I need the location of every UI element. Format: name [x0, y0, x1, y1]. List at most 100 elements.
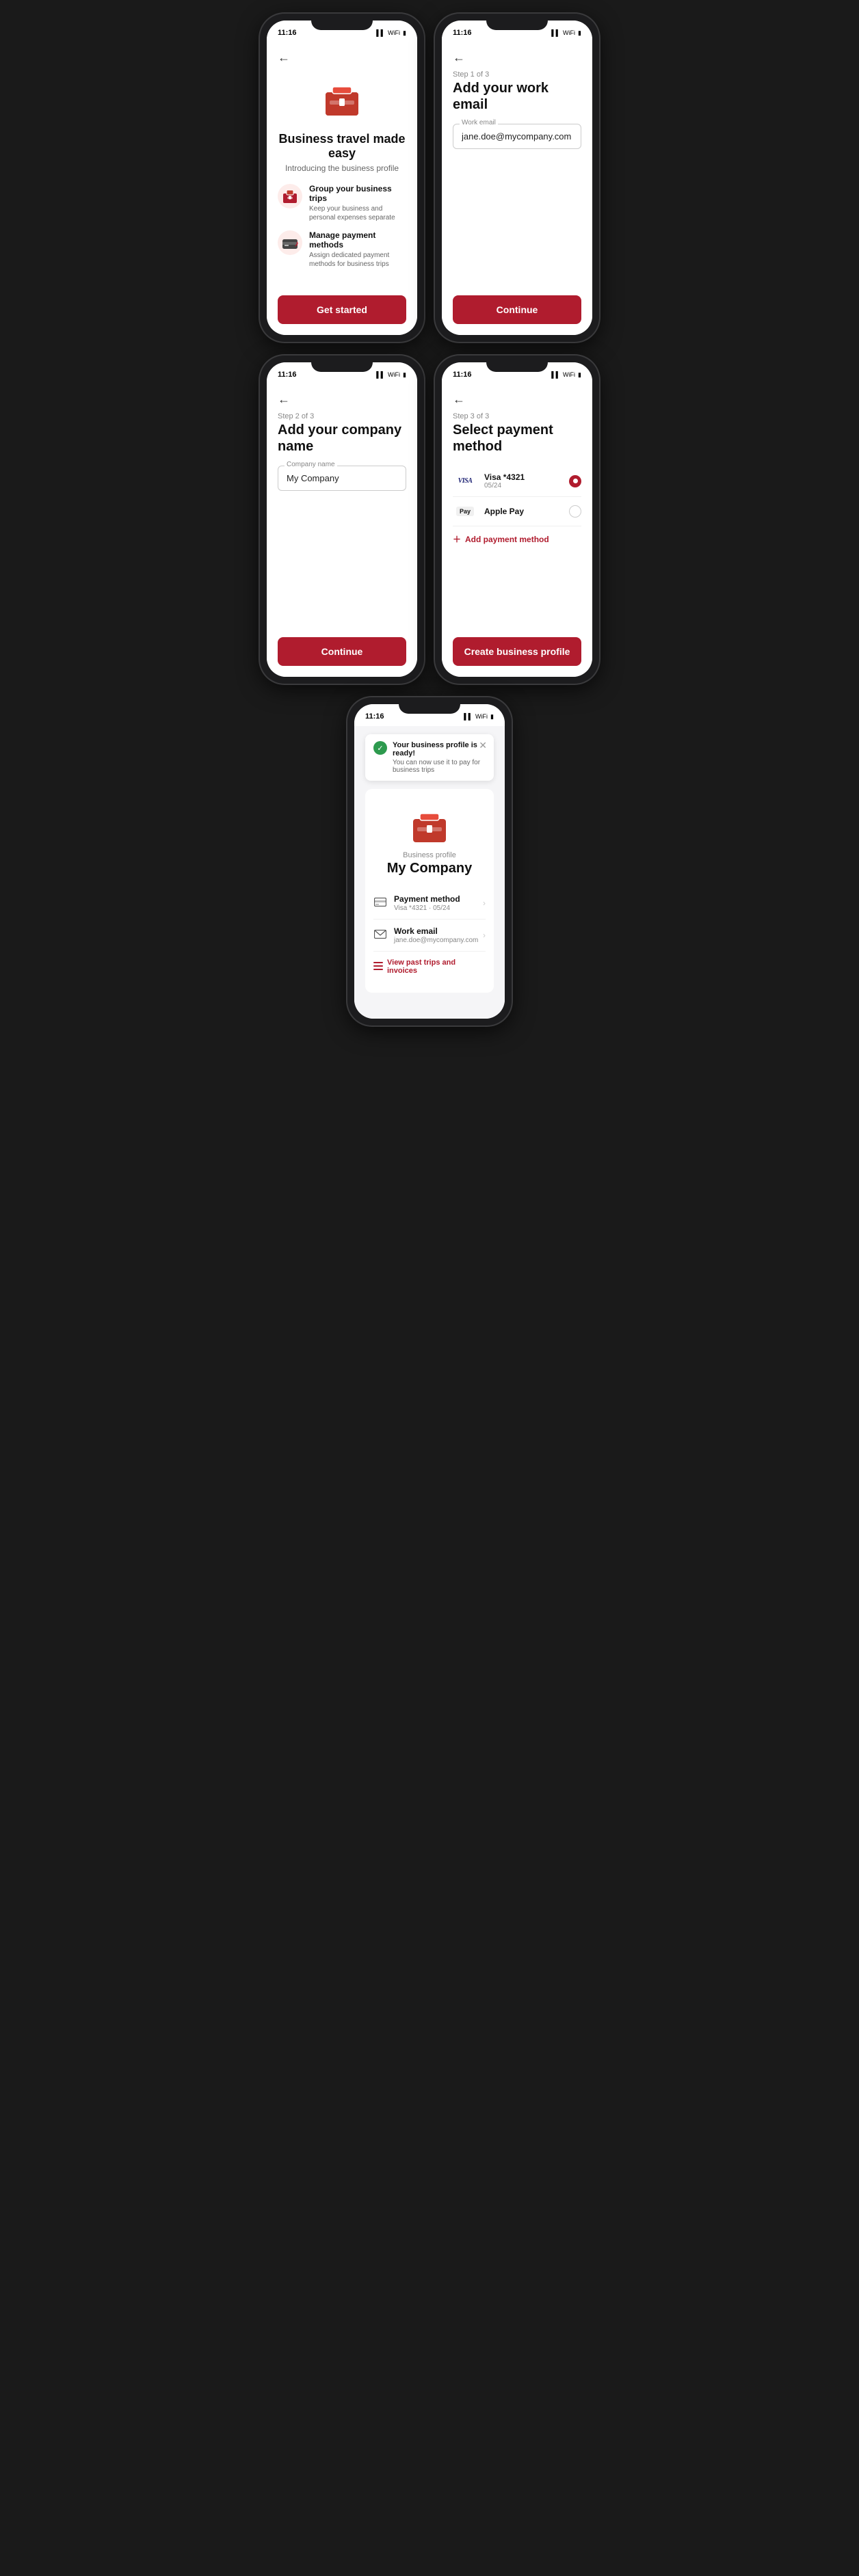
profile-name: My Company	[373, 861, 486, 876]
payment-row-desc: Visa *4321 · 05/24	[394, 904, 460, 912]
continue-button-2[interactable]: Continue	[453, 295, 581, 324]
phone-screen1: 11:16 ▌▌ WiFi ▮ ←	[260, 14, 424, 342]
battery-icon-5: ▮	[490, 713, 494, 721]
email-row-desc: jane.doe@mycompany.com	[394, 937, 478, 944]
success-toast: ✓ Your business profile is ready! You ca…	[365, 734, 494, 781]
signal-icon-5: ▌▌	[464, 713, 473, 720]
email-input[interactable]	[453, 124, 581, 149]
screen-title-2: Add your work email	[453, 80, 581, 113]
wifi-icon-5: WiFi	[475, 713, 488, 720]
feature-2-title: Manage payment methods	[309, 230, 406, 250]
toast-close-button[interactable]: ✕	[479, 740, 487, 751]
back-button-2[interactable]: ←	[453, 51, 469, 65]
feature-1-title: Group your business trips	[309, 184, 406, 203]
email-row[interactable]: Work email jane.doe@mycompany.com ›	[373, 920, 486, 952]
profile-briefcase	[373, 808, 486, 846]
notch	[311, 14, 373, 30]
notch-2	[486, 14, 548, 30]
back-button-4[interactable]: ←	[453, 392, 469, 407]
visa-radio-selected[interactable]	[569, 475, 581, 487]
notch-3	[311, 355, 373, 372]
company-input-group: Company name	[278, 466, 406, 491]
continue-button-3[interactable]: Continue	[278, 637, 406, 666]
applepay-info: Apple Pay	[484, 507, 524, 516]
phone-inner-4: 11:16 ▌▌ WiFi ▮ ← Step 3 of 3 Select pay…	[442, 362, 592, 677]
phone-screen5: 11:16 ▌▌ WiFi ▮ ✓ Your business profile …	[347, 697, 512, 1025]
screen-3-content: ← Step 2 of 3 Add your company name Comp…	[267, 384, 417, 677]
view-trips-link[interactable]: View past trips and invoices	[373, 952, 486, 982]
battery-icon-3: ▮	[403, 371, 406, 379]
battery-icon-2: ▮	[578, 29, 581, 37]
company-input-label: Company name	[285, 461, 337, 468]
company-input[interactable]	[278, 466, 406, 491]
status-icons-1: ▌▌ WiFi ▮	[376, 29, 406, 37]
step-label-2: Step 1 of 3	[453, 70, 581, 79]
payment-applepay-left: Pay Apple Pay	[453, 504, 524, 519]
status-time-4: 11:16	[453, 371, 472, 379]
status-icons-4: ▌▌ WiFi ▮	[551, 371, 581, 379]
wifi-icon: WiFi	[388, 29, 400, 36]
plus-icon: ＋	[453, 533, 461, 545]
feature-1-desc: Keep your business and personal expenses…	[309, 204, 406, 222]
row-2: 11:16 ▌▌ WiFi ▮ ← Step 2 of 3 Add your c…	[260, 355, 599, 684]
list-icon	[373, 961, 383, 973]
applepay-name: Apple Pay	[484, 507, 524, 516]
visa-name: Visa *4321	[484, 472, 525, 482]
create-profile-button[interactable]: Create business profile	[453, 637, 581, 666]
screen-1-content: ← Business travel made easy Introducing …	[267, 42, 417, 335]
row-1: 11:16 ▌▌ WiFi ▮ ←	[260, 14, 599, 342]
email-row-title: Work email	[394, 926, 478, 936]
step-label-3: Step 2 of 3	[278, 412, 406, 420]
feature-1: Group your business trips Keep your busi…	[278, 184, 406, 222]
applepay-radio[interactable]	[569, 505, 581, 518]
envelope-icon	[373, 930, 387, 941]
get-started-button[interactable]: Get started	[278, 295, 406, 324]
email-input-label: Work email	[460, 119, 498, 126]
trips-icon	[278, 184, 302, 209]
wifi-icon-4: WiFi	[563, 371, 575, 378]
email-chevron: ›	[483, 930, 486, 940]
notch-5	[399, 697, 460, 714]
status-icons-2: ▌▌ WiFi ▮	[551, 29, 581, 37]
payment-row-title: Payment method	[394, 894, 460, 904]
back-button-3[interactable]: ←	[278, 392, 294, 407]
payment-option-visa[interactable]: VISA Visa *4321 05/24	[453, 466, 581, 497]
applepay-logo: Pay	[453, 504, 477, 519]
toast-title: Your business profile is ready!	[393, 741, 486, 757]
screen-title-3: Add your company name	[278, 422, 406, 455]
payment-option-applepay[interactable]: Pay Apple Pay	[453, 497, 581, 526]
add-payment-btn[interactable]: ＋ Add payment method	[453, 526, 581, 552]
screen-5-content: ✓ Your business profile is ready! You ca…	[354, 726, 505, 1019]
screen-4-content: ← Step 3 of 3 Select payment method VISA…	[442, 384, 592, 677]
status-icons-3: ▌▌ WiFi ▮	[376, 371, 406, 379]
signal-icon-2: ▌▌	[551, 29, 560, 36]
phone-inner-5: 11:16 ▌▌ WiFi ▮ ✓ Your business profile …	[354, 704, 505, 1019]
hero-title: Business travel made easy	[278, 132, 406, 161]
view-trips-label: View past trips and invoices	[387, 958, 486, 975]
battery-icon: ▮	[403, 29, 406, 37]
visa-info: Visa *4321 05/24	[484, 472, 525, 489]
status-time-2: 11:16	[453, 29, 472, 37]
checkmark-icon: ✓	[373, 741, 387, 755]
wifi-icon-2: WiFi	[563, 29, 575, 36]
briefcase-icon	[278, 81, 406, 124]
profile-label: Business profile	[373, 851, 486, 859]
credit-card-icon	[373, 898, 387, 909]
email-row-text: Work email jane.doe@mycompany.com	[394, 926, 478, 944]
status-time-5: 11:16	[365, 712, 384, 721]
phone-screen4: 11:16 ▌▌ WiFi ▮ ← Step 3 of 3 Select pay…	[435, 355, 599, 684]
feature-1-text: Group your business trips Keep your busi…	[309, 184, 406, 222]
email-row-left: Work email jane.doe@mycompany.com	[373, 926, 478, 944]
phone-inner-2: 11:16 ▌▌ WiFi ▮ ← Step 1 of 3 Add your w…	[442, 21, 592, 335]
payment-row-text: Payment method Visa *4321 · 05/24	[394, 894, 460, 912]
notch-4	[486, 355, 548, 372]
hero-subtitle: Introducing the business profile	[278, 163, 406, 173]
phone-inner-3: 11:16 ▌▌ WiFi ▮ ← Step 2 of 3 Add your c…	[267, 362, 417, 677]
payment-method-row[interactable]: Payment method Visa *4321 · 05/24 ›	[373, 887, 486, 920]
visa-expiry: 05/24	[484, 482, 525, 489]
email-input-group: Work email	[453, 124, 581, 149]
payment-icon	[278, 230, 302, 255]
status-time-1: 11:16	[278, 29, 297, 37]
back-button-1[interactable]: ←	[278, 51, 294, 65]
signal-icon-4: ▌▌	[551, 371, 560, 378]
